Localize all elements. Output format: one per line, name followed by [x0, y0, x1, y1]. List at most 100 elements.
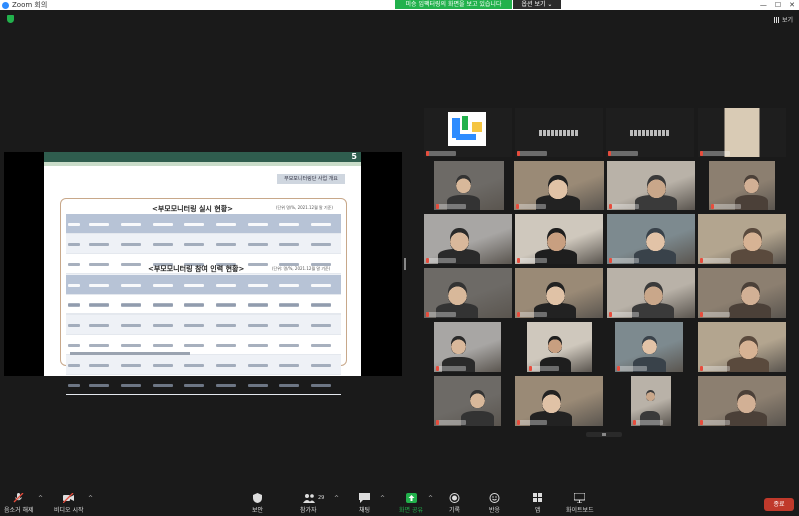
participant-name-tag	[436, 420, 466, 425]
muted-mic-icon	[517, 312, 520, 317]
muted-mic-icon	[617, 366, 620, 371]
muted-mic-icon	[426, 151, 429, 156]
gallery-page-scroller[interactable]	[586, 432, 622, 437]
participant-name-tag	[609, 312, 639, 317]
participant-video-tile[interactable]	[434, 376, 501, 426]
audio-options-caret[interactable]: ^	[38, 495, 43, 502]
share-screen-label: 화면 공유	[399, 507, 423, 514]
participants-label: 참가자	[300, 507, 317, 514]
participant-name-tag	[426, 312, 456, 317]
participant-video-tile[interactable]	[698, 376, 786, 426]
participant-name-tag	[608, 151, 638, 156]
muted-mic-icon	[517, 420, 520, 425]
participant-face	[645, 228, 665, 251]
share-arrow-icon	[405, 493, 417, 503]
muted-mic-icon	[609, 204, 612, 209]
participant-video-tile[interactable]	[434, 322, 501, 372]
whiteboard-icon	[573, 492, 586, 504]
participant-video-tile[interactable]	[698, 322, 786, 372]
participant-video-tile[interactable]	[434, 161, 504, 210]
record-button[interactable]: 기록	[449, 493, 460, 514]
apps-button[interactable]: 앱	[532, 493, 543, 514]
participant-video-tile[interactable]	[515, 268, 603, 318]
reactions-button[interactable]: 반응	[489, 493, 500, 514]
security-button[interactable]: 보안	[252, 493, 263, 514]
whiteboard-label: 화이트보드	[566, 507, 594, 514]
participant-face	[641, 336, 657, 354]
participant-video-tile[interactable]	[698, 214, 786, 264]
participant-body	[731, 249, 774, 264]
participant-face	[546, 228, 566, 251]
muted-mic-icon	[436, 204, 439, 209]
participants-count: 29	[318, 495, 325, 501]
participant-video-tile[interactable]	[424, 108, 512, 157]
participant-video-tile[interactable]	[514, 161, 604, 210]
participant-name-tag	[436, 366, 466, 371]
participant-face	[541, 390, 561, 413]
start-video-button[interactable]: 비디오 시작	[54, 492, 84, 514]
muted-mic-icon	[609, 258, 612, 263]
participant-face	[736, 390, 756, 413]
participant-video-tile[interactable]	[698, 108, 786, 157]
participant-video-tile[interactable]	[615, 322, 683, 372]
participant-name-tag	[426, 151, 456, 156]
participant-video-tile[interactable]	[607, 268, 695, 318]
muted-mic-icon	[516, 204, 519, 209]
participant-name-tag	[700, 420, 730, 425]
participant-name-placeholder	[539, 129, 579, 136]
participant-video-tile[interactable]	[631, 376, 671, 426]
whiteboard-button[interactable]: 화이트보드	[566, 492, 594, 514]
participant-video-tile[interactable]	[515, 108, 603, 157]
record-icon	[449, 493, 460, 503]
participant-video-tile[interactable]	[515, 214, 603, 264]
participant-video-tile[interactable]	[515, 376, 603, 426]
participants-options-caret[interactable]: ^	[334, 495, 339, 502]
apps-icon	[532, 493, 543, 503]
share-options-caret[interactable]: ^	[428, 495, 433, 502]
participant-face	[455, 175, 471, 193]
participant-video-tile[interactable]	[698, 268, 786, 318]
smiley-icon	[489, 493, 500, 503]
participant-video-tile[interactable]	[424, 268, 512, 318]
muted-mic-icon	[633, 420, 636, 425]
zoom-meeting-window: Zoom 회의 — ☐ ✕ 미승 임팩터링의 화면을 보고 있습니다 옵션 보기…	[0, 0, 799, 516]
participant-video-tile[interactable]	[607, 214, 695, 264]
participant-name-tag	[517, 258, 547, 263]
participant-body	[725, 411, 768, 426]
participant-name-tag	[609, 258, 639, 263]
share-screen-button[interactable]: 화면 공유	[399, 493, 423, 514]
participant-video-tile[interactable]	[709, 161, 775, 210]
participant-name-tag	[517, 312, 547, 317]
participant-face	[545, 282, 565, 305]
participant-face	[447, 282, 467, 305]
participants-button[interactable]: 참가자	[300, 493, 317, 514]
chat-options-caret[interactable]: ^	[380, 495, 385, 502]
participant-video-tile[interactable]	[424, 214, 512, 264]
participant-video-tile[interactable]	[527, 322, 592, 372]
participant-face	[449, 228, 469, 251]
muted-mic-icon	[700, 420, 703, 425]
muted-mic-icon	[700, 312, 703, 317]
unmute-label: 음소거 해제	[4, 507, 34, 514]
apps-label: 앱	[534, 507, 541, 514]
participant-video-tile[interactable]	[607, 161, 695, 210]
muted-mic-icon	[608, 151, 611, 156]
participant-face	[469, 390, 485, 408]
video-off-icon	[62, 492, 75, 504]
chat-button[interactable]: 채팅	[359, 493, 370, 514]
chat-label: 채팅	[359, 507, 371, 514]
participant-name-tag	[617, 366, 647, 371]
muted-mic-icon	[700, 151, 703, 156]
end-meeting-button[interactable]: 종료	[764, 498, 794, 511]
participant-gallery	[0, 0, 799, 516]
video-options-caret[interactable]: ^	[88, 495, 93, 502]
participant-video-tile[interactable]	[606, 108, 694, 157]
muted-mic-icon	[517, 151, 520, 156]
participant-name-tag	[700, 312, 730, 317]
participant-name-tag	[516, 204, 546, 209]
participant-name-tag	[700, 366, 730, 371]
record-label: 기록	[449, 507, 461, 514]
unmute-button[interactable]: 음소거 해제	[4, 492, 34, 514]
muted-mic-icon	[426, 258, 429, 263]
start-video-label: 비디오 시작	[54, 507, 84, 514]
